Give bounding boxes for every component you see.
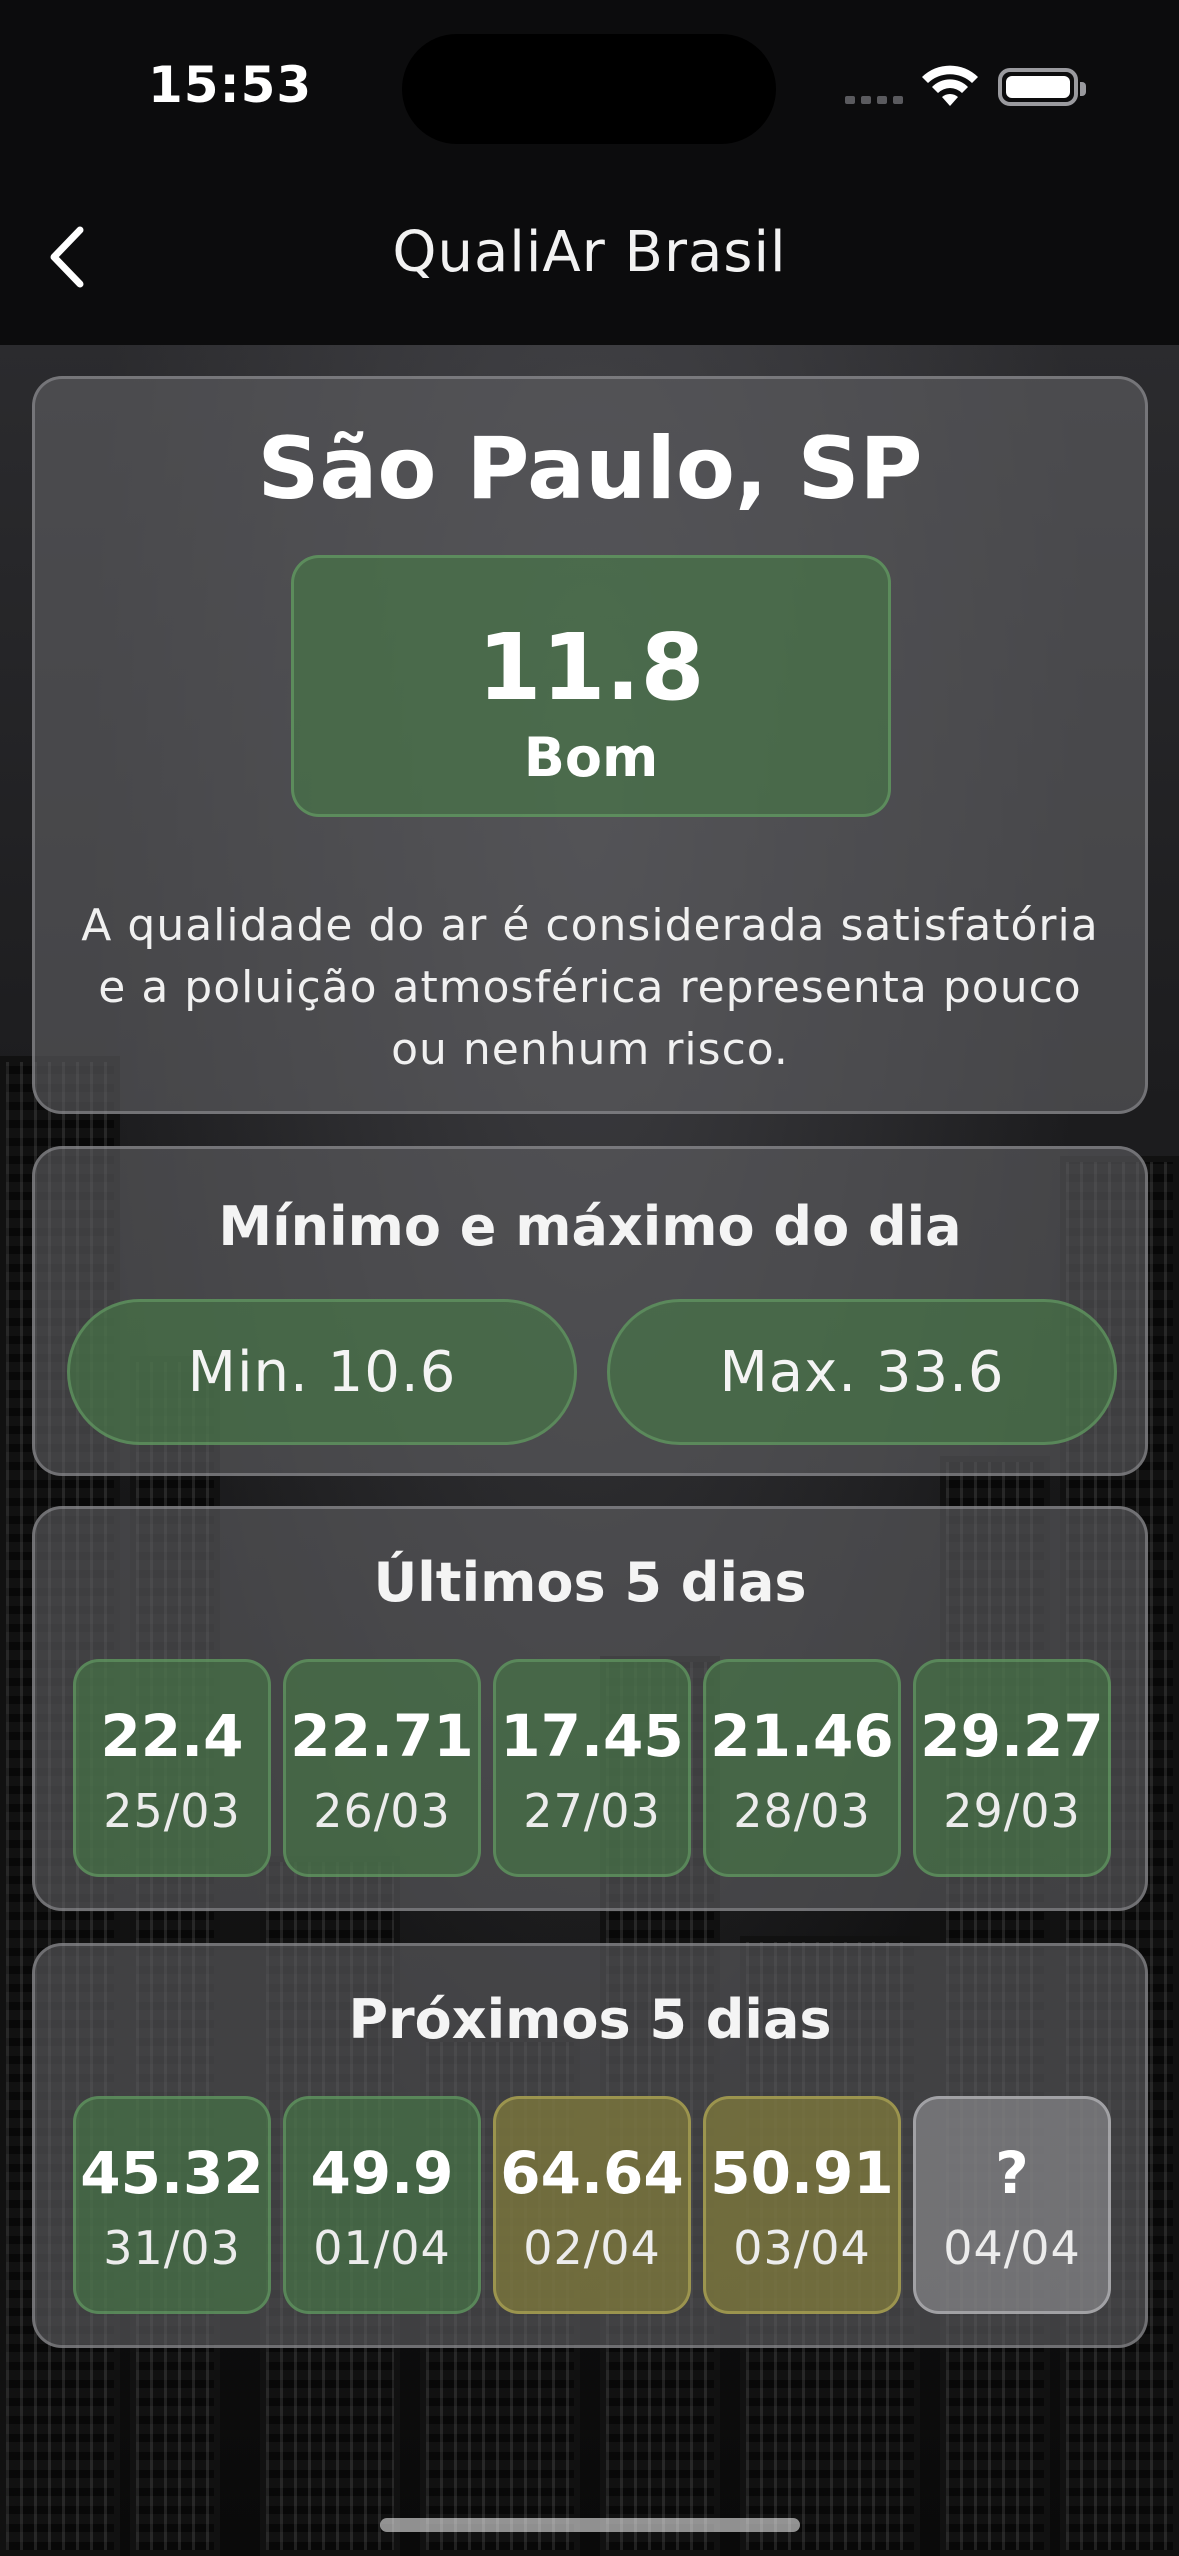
forecast-days-list: 45.32 31/03 49.9 01/04 64.64 02/04 50.91…: [73, 2096, 1113, 2316]
max-value-pill: Max. 33.6: [607, 1299, 1117, 1445]
forecast-days-title: Próximos 5 dias: [348, 1988, 832, 2051]
past-days-title: Últimos 5 dias: [373, 1551, 807, 1614]
dynamic-island: [402, 34, 776, 144]
app-screen: 15:53 QualiAr Brasil São Paulo, SP 11.8 …: [0, 0, 1179, 2556]
city-name: São Paulo, SP: [257, 419, 923, 519]
day-tile: 29.27 29/03: [913, 1659, 1111, 1877]
aqi-value: 11.8: [477, 614, 705, 721]
cellular-signal-icon: [845, 96, 903, 104]
day-value: 49.9: [310, 2139, 454, 2207]
day-value: 22.71: [290, 1702, 474, 1770]
navigation-bar: QualiAr Brasil: [0, 160, 1179, 345]
day-value: 50.91: [710, 2139, 894, 2207]
current-aqi-card: São Paulo, SP 11.8 Bom A qualidade do ar…: [32, 376, 1148, 1114]
forecast-tile: 64.64 02/04: [493, 2096, 691, 2314]
forecast-tile: 50.91 03/04: [703, 2096, 901, 2314]
day-tile: 17.45 27/03: [493, 1659, 691, 1877]
day-date: 02/04: [523, 2221, 661, 2275]
forecast-days-card: Próximos 5 dias 45.32 31/03 49.9 01/04 6…: [32, 1943, 1148, 2348]
day-date: 29/03: [943, 1784, 1081, 1838]
forecast-tile: 45.32 31/03: [73, 2096, 271, 2314]
day-value: 29.27: [920, 1702, 1104, 1770]
day-tile: 22.71 26/03: [283, 1659, 481, 1877]
past-days-list: 22.4 25/03 22.71 26/03 17.45 27/03 21.46…: [73, 1659, 1113, 1879]
day-value: 17.45: [500, 1702, 684, 1770]
day-date: 28/03: [733, 1784, 871, 1838]
day-value: 22.4: [100, 1702, 244, 1770]
day-value: 64.64: [500, 2139, 684, 2207]
page-title: QualiAr Brasil: [392, 220, 787, 285]
wifi-icon: [922, 65, 978, 106]
day-value: ?: [995, 2139, 1029, 2207]
aqi-badge: 11.8 Bom: [291, 555, 891, 817]
aqi-label: Bom: [523, 726, 659, 789]
day-value: 21.46: [710, 1702, 894, 1770]
day-date: 27/03: [523, 1784, 661, 1838]
day-date: 25/03: [103, 1784, 241, 1838]
day-date: 03/04: [733, 2221, 871, 2275]
day-tile: 21.46 28/03: [703, 1659, 901, 1877]
status-time: 15:53: [148, 56, 313, 114]
day-tile: 22.4 25/03: [73, 1659, 271, 1877]
forecast-tile: 49.9 01/04: [283, 2096, 481, 2314]
day-date: 26/03: [313, 1784, 451, 1838]
home-indicator[interactable]: [380, 2518, 800, 2532]
past-days-card: Últimos 5 dias 22.4 25/03 22.71 26/03 17…: [32, 1506, 1148, 1911]
day-value: 45.32: [80, 2139, 264, 2207]
minmax-title: Mínimo e máximo do dia: [218, 1195, 962, 1258]
forecast-tile: ? 04/04: [913, 2096, 1111, 2314]
day-date: 31/03: [103, 2221, 241, 2275]
day-date: 01/04: [313, 2221, 451, 2275]
status-bar: 15:53: [0, 0, 1179, 160]
daily-minmax-card: Mínimo e máximo do dia Min. 10.6 Max. 33…: [32, 1146, 1148, 1476]
min-value-pill: Min. 10.6: [67, 1299, 577, 1445]
aqi-description: A qualidade do ar é considerada satisfat…: [81, 900, 1099, 1075]
day-date: 04/04: [943, 2221, 1081, 2275]
battery-icon: [998, 68, 1086, 106]
